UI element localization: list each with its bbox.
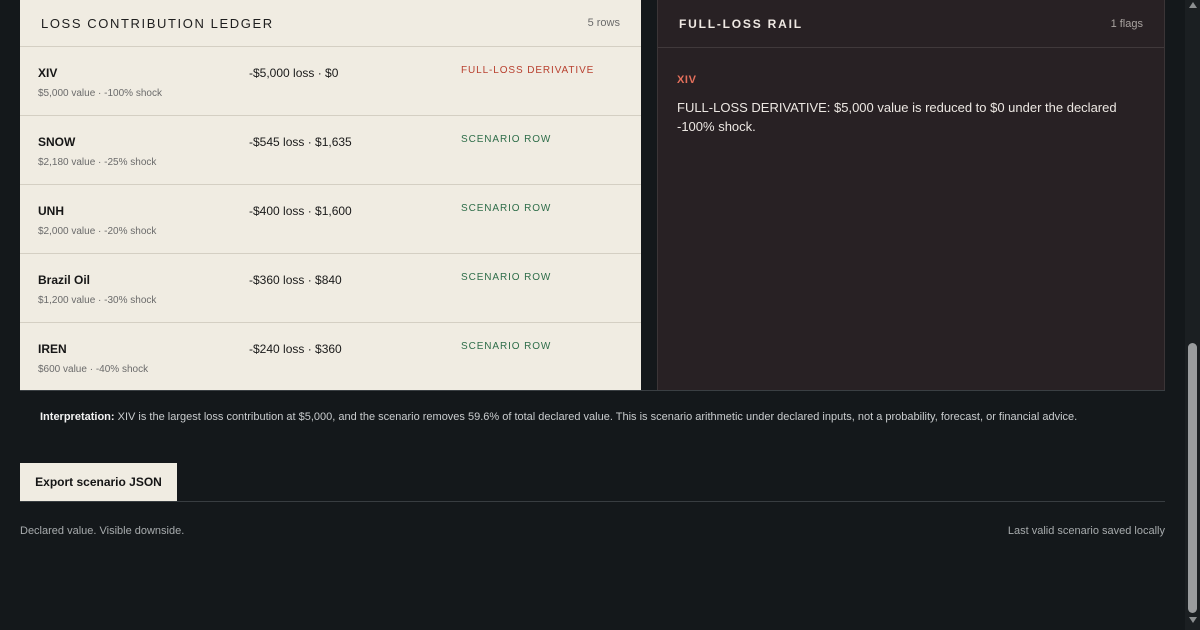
row-value-shock: $1,200 value · -30% shock (38, 295, 157, 306)
ledger-row-count: 5 rows (587, 17, 620, 29)
footer-divider (20, 501, 1165, 502)
scroll-down-arrow-icon[interactable] (1189, 617, 1197, 623)
row-status-tag: FULL-LOSS DERIVATIVE (461, 65, 595, 76)
row-name: UNH (38, 204, 64, 218)
row-value-shock: $2,180 value · -25% shock (38, 157, 157, 168)
row-value-shock: $5,000 value · -100% shock (38, 88, 162, 99)
table-row[interactable]: Brazil Oil $1,200 value · -30% shock -$3… (20, 254, 641, 323)
full-loss-rail: FULL-LOSS RAIL 1 flags XIV FULL-LOSS DER… (657, 0, 1165, 391)
scrollbar-thumb[interactable] (1188, 343, 1197, 613)
row-loss: -$400 loss · $1,600 (249, 204, 352, 218)
row-loss: -$240 loss · $360 (249, 342, 342, 356)
row-status-tag: SCENARIO ROW (461, 203, 552, 214)
row-value-shock: $2,000 value · -20% shock (38, 226, 157, 237)
row-status-tag: SCENARIO ROW (461, 341, 552, 352)
row-name: Brazil Oil (38, 273, 91, 287)
export-scenario-button[interactable]: Export scenario JSON (20, 463, 177, 501)
save-status: Last valid scenario saved locally (1007, 525, 1165, 537)
table-row[interactable]: XIV $5,000 value · -100% shock -$5,000 l… (20, 47, 641, 116)
ledger-title: LOSS CONTRIBUTION LEDGER (41, 15, 274, 31)
table-row[interactable]: IREN $600 value · -40% shock -$240 loss … (20, 323, 641, 392)
row-loss: -$360 loss · $840 (249, 273, 342, 287)
row-status-tag: SCENARIO ROW (461, 134, 552, 145)
rail-header: FULL-LOSS RAIL 1 flags (658, 0, 1164, 48)
interpretation-text: XIV is the largest loss contribution at … (114, 411, 1078, 423)
table-row[interactable]: UNH $2,000 value · -20% shock -$400 loss… (20, 185, 641, 254)
page: LOSS CONTRIBUTION LEDGER 5 rows XIV $5,0… (0, 0, 1200, 630)
row-name: XIV (38, 66, 58, 80)
row-loss: -$545 loss · $1,635 (249, 135, 352, 149)
flag-name: XIV (677, 74, 697, 86)
page-scrollbar[interactable] (1185, 0, 1200, 630)
loss-contribution-ledger: LOSS CONTRIBUTION LEDGER 5 rows XIV $5,0… (20, 0, 641, 391)
ledger-header: LOSS CONTRIBUTION LEDGER 5 rows (20, 0, 641, 47)
flag-description: FULL-LOSS DERIVATIVE: $5,000 value is re… (677, 100, 1117, 134)
interpretation-note: Interpretation: XIV is the largest loss … (40, 411, 1150, 423)
interpretation-label: Interpretation: (40, 411, 115, 423)
table-row[interactable]: SNOW $2,180 value · -25% shock -$545 los… (20, 116, 641, 185)
footer-tagline: Declared value. Visible downside. (20, 525, 185, 537)
row-status-tag: SCENARIO ROW (461, 272, 552, 283)
row-name: SNOW (38, 135, 76, 149)
rail-title: FULL-LOSS RAIL (679, 16, 803, 31)
scroll-up-arrow-icon[interactable] (1189, 2, 1197, 8)
ledger-rows: XIV $5,000 value · -100% shock -$5,000 l… (20, 47, 641, 392)
section-divider (20, 390, 1165, 391)
rail-flag-count: 1 flags (1110, 17, 1143, 30)
row-loss: -$5,000 loss · $0 (249, 66, 339, 80)
row-value-shock: $600 value · -40% shock (38, 364, 149, 375)
row-name: IREN (38, 342, 67, 356)
